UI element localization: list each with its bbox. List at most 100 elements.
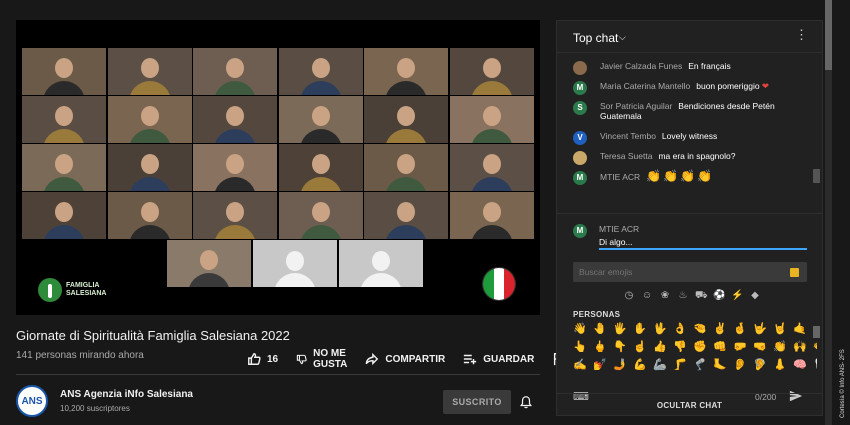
channel-avatar[interactable]: ANS [16, 385, 48, 417]
chevron-down-icon[interactable]: ⌵ [619, 32, 626, 43]
participant-body [43, 225, 85, 239]
emoji-search-icon[interactable] [790, 268, 799, 277]
emoji-option[interactable]: 🦿 [693, 358, 707, 371]
emoji-option[interactable]: 🦵 [673, 358, 687, 371]
participant-tile [167, 240, 251, 287]
subscribe-button[interactable]: SUSCRITO [443, 390, 511, 414]
save-button[interactable]: GUARDAR [463, 352, 534, 366]
emoji-option[interactable]: 🤚 [593, 322, 607, 335]
tree-logo-icon [38, 278, 62, 302]
participant-body [128, 81, 171, 95]
emoji-option[interactable]: ✌ [713, 322, 727, 335]
participant-body [214, 225, 256, 239]
author-avatar[interactable] [573, 151, 587, 165]
author-name[interactable]: Sor Patricia Aguilar [600, 101, 672, 111]
author-name[interactable]: MTIE ACR [600, 172, 640, 182]
emoji-option[interactable]: 🤞 [733, 322, 747, 335]
emoji-option[interactable]: 🤛 [733, 340, 747, 353]
emoji-option[interactable]: 🦶 [713, 358, 727, 371]
channel-name[interactable]: ANS Agenzia iNfo Salesiana [60, 389, 193, 400]
emoji-option[interactable]: 👃 [773, 358, 787, 371]
chat-mode-selector[interactable]: Top chat [573, 31, 618, 45]
emoji-option[interactable]: 🤏 [693, 322, 707, 335]
chat-message: S Sor Patricia Aguilar Bendiciones desde P… [573, 101, 809, 121]
emoji-option[interactable]: 🖐 [613, 322, 627, 335]
author-name[interactable]: Javier Calzada Funes [600, 61, 682, 71]
message-body: Javier Calzada Funes En français [600, 61, 731, 71]
participant-body [43, 81, 85, 95]
message-body: Vincent Tembo Lovely witness [600, 131, 717, 141]
participant-body [214, 177, 256, 191]
participant-head [397, 106, 415, 126]
author-name[interactable]: Vincent Tembo [600, 131, 656, 141]
emoji-option[interactable]: ☝ [633, 340, 647, 353]
author-avatar[interactable]: M [573, 171, 587, 185]
chat-scrollbar-thumb[interactable] [813, 169, 820, 183]
live-chat-panel: Top chat ⌵ ⋮ Javier Calzada Funes En fran… [556, 20, 823, 416]
chat-message-input[interactable] [599, 236, 807, 250]
share-button[interactable]: COMPARTIR [365, 352, 445, 366]
smiley-icon[interactable]: ☺ [641, 290, 653, 303]
emoji-option[interactable]: ✊ [693, 340, 707, 353]
more-options-icon[interactable]: ⋮ [795, 28, 808, 41]
like-button[interactable]: 16 [247, 352, 278, 366]
emoji-option[interactable]: 🦻 [753, 358, 767, 371]
video-player[interactable]: FAMIGLIA SALESIANA [16, 20, 540, 315]
bell-icon[interactable] [519, 395, 533, 409]
participant-tile [364, 96, 448, 143]
emoji-option[interactable]: 💅 [593, 358, 607, 371]
emoji-option[interactable]: 👋 [573, 322, 587, 335]
page-scrollbar[interactable] [825, 0, 832, 425]
author-avatar[interactable]: V [573, 131, 587, 145]
emoji-option[interactable]: 👌 [673, 322, 687, 335]
participant-head [311, 202, 330, 222]
emoji-option[interactable]: 🙌 [793, 340, 807, 353]
emoji-option[interactable]: ✍ [573, 358, 587, 371]
subscriber-count: 10,200 suscriptores [60, 404, 130, 413]
emoji-option[interactable]: 👆 [573, 340, 587, 353]
chat-message: M Maria Caterina Mantello buon pomeriggio … [573, 81, 809, 95]
hide-chat-button[interactable]: OCULTAR CHAT [557, 393, 822, 417]
dislike-button[interactable]: NO ME GUSTA [296, 348, 347, 370]
emoji-option[interactable]: 🖕 [593, 340, 607, 353]
nature-icon[interactable]: ❀ [659, 290, 671, 303]
emoji-option[interactable]: 👏 [773, 340, 787, 353]
activity-icon[interactable]: ⚽ [713, 290, 725, 303]
emoji-option[interactable]: 👂 [733, 358, 747, 371]
emoji-option[interactable]: 💪 [633, 358, 647, 371]
author-avatar[interactable] [573, 61, 587, 75]
author-name[interactable]: Teresa Suetta [600, 151, 652, 161]
emoji-option[interactable]: 🤙 [793, 322, 807, 335]
emoji-option[interactable]: 🤜 [753, 340, 767, 353]
symbols-icon[interactable]: ◆ [749, 290, 761, 303]
participant-tile [364, 192, 448, 239]
emoji-option[interactable]: 👇 [613, 340, 627, 353]
chat-message: Teresa Suetta ma era in spagnolo? [573, 151, 809, 165]
own-avatar: M [573, 224, 587, 238]
chat-messages: Javier Calzada Funes En français M Maria Ca… [557, 55, 813, 209]
emoji-scrollbar[interactable] [813, 312, 820, 378]
emoji-search-input[interactable] [573, 262, 807, 282]
author-avatar[interactable]: M [573, 81, 587, 95]
emoji-option[interactable]: ✋ [633, 322, 647, 335]
recent-icon[interactable]: ◷ [623, 290, 635, 303]
emoji-option[interactable]: 🤳 [613, 358, 627, 371]
emoji-row: 👋🤚🖐✋🖖👌🤏✌🤞🤟🤘🤙👈👉 [573, 322, 817, 335]
emoji-option[interactable]: 👍 [653, 340, 667, 353]
save-label: GUARDAR [483, 353, 535, 365]
page-scrollbar-thumb[interactable] [825, 0, 832, 70]
chat-scrollbar[interactable] [812, 55, 821, 213]
emoji-option[interactable]: 🦾 [653, 358, 667, 371]
emoji-option[interactable]: 🤟 [753, 322, 767, 335]
emoji-option[interactable]: 🖖 [653, 322, 667, 335]
emoji-option[interactable]: 👎 [673, 340, 687, 353]
emoji-option[interactable]: 🤘 [773, 322, 787, 335]
emoji-option[interactable]: 🧠 [793, 358, 807, 371]
objects-icon[interactable]: ⚡ [731, 290, 743, 303]
author-avatar[interactable]: S [573, 101, 587, 115]
emoji-scrollbar-thumb[interactable] [813, 326, 820, 338]
author-name[interactable]: Maria Caterina Mantello [600, 81, 690, 91]
travel-icon[interactable]: ⛟ [695, 290, 708, 303]
emoji-option[interactable]: 👊 [713, 340, 727, 353]
food-icon[interactable]: ♨ [677, 290, 689, 303]
